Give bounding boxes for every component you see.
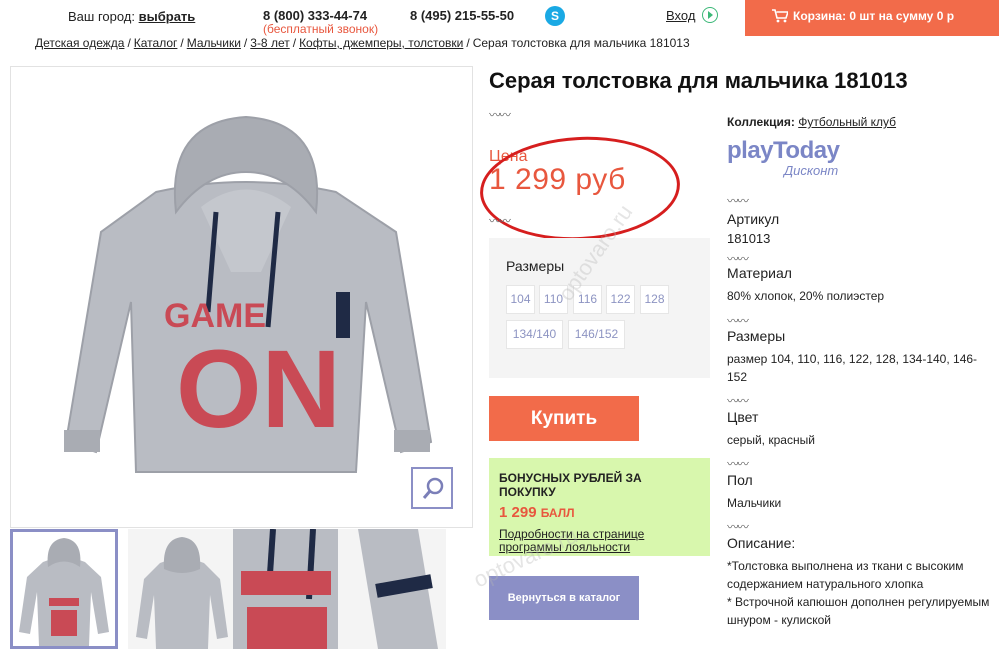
login-arrow-icon[interactable]	[702, 7, 718, 23]
collection: Коллекция: Футбольный клуб	[727, 115, 896, 129]
article-value: 181013	[727, 231, 771, 246]
brand-logo[interactable]: playToday Дисконт	[727, 137, 840, 178]
divider: 〰〰	[727, 520, 749, 534]
divider: 〰〰	[727, 457, 749, 471]
brand-name: playToday	[727, 137, 840, 164]
color-title: Цвет	[727, 409, 759, 425]
product-main-image[interactable]: GAME ON	[10, 66, 473, 528]
collection-label: Коллекция:	[727, 115, 795, 129]
product-title: Серая толстовка для мальчика 181013	[489, 68, 908, 93]
thumbnail-front[interactable]	[10, 529, 118, 649]
gender-value: Мальчики	[727, 496, 782, 510]
article-title: Артикул	[727, 211, 780, 227]
material-value: 80% хлопок, 20% полиэстер	[727, 289, 885, 303]
breadcrumb-link[interactable]: Мальчики	[187, 36, 241, 50]
hoodie-illustration: GAME ON	[64, 115, 433, 473]
back-to-catalog-button[interactable]: Вернуться в каталог	[489, 576, 639, 620]
size-option[interactable]: 110	[539, 285, 568, 314]
loyalty-program-link[interactable]: Подробности на странице программы лояльн…	[499, 528, 700, 554]
breadcrumb-link[interactable]: 3-8 лет	[250, 36, 289, 50]
divider: 〰〰	[727, 194, 749, 208]
bonus-amount: 1 299	[499, 504, 537, 521]
skype-icon[interactable]: S	[545, 6, 565, 26]
size-option[interactable]: 122	[606, 285, 635, 314]
breadcrumb-link[interactable]: Каталог	[134, 36, 178, 50]
breadcrumb-link[interactable]: Детская одежда	[35, 36, 124, 50]
breadcrumb-current: Серая толстовка для мальчика 181013	[472, 36, 690, 50]
top-bar: Ваш город: выбрать 8 (800) 333-44-74 (бе…	[0, 0, 999, 36]
city-selector: Ваш город: выбрать	[68, 9, 195, 24]
thumbnail-strip	[10, 529, 473, 649]
divider: 〰〰	[727, 394, 749, 408]
size-option[interactable]: 146/152	[568, 320, 625, 349]
color-value: серый, красный	[727, 433, 815, 447]
buy-button[interactable]: Купить	[489, 396, 639, 441]
description-title: Описание:	[727, 535, 796, 551]
breadcrumb-link[interactable]: Кофты, джемперы, толстовки	[299, 36, 463, 50]
phone-free-note: (бесплатный звонок)	[263, 22, 379, 36]
thumbnail-back[interactable]	[128, 529, 236, 649]
magnifier-icon	[422, 477, 444, 499]
size-option[interactable]: 134/140	[506, 320, 563, 349]
bonus-title: БОНУСНЫХ РУБЛЕЙ ЗА ПОКУПКУ	[499, 471, 642, 499]
sizes-prop-title: Размеры	[727, 328, 786, 344]
divider: 〰〰	[489, 108, 511, 122]
bonus-value: 1 299 БАЛЛ	[499, 504, 700, 521]
description-line: * Встрочной капюшон дополнен регулируемы…	[727, 595, 990, 627]
size-option[interactable]: 128	[640, 285, 669, 314]
divider: 〰〰	[727, 314, 749, 328]
bonus-panel: БОНУСНЫХ РУБЛЕЙ ЗА ПОКУПКУ 1 299 БАЛЛ По…	[489, 458, 710, 556]
sizes-title: Размеры	[506, 258, 565, 274]
size-option[interactable]: 116	[573, 285, 602, 314]
brand-sub: Дисконт	[784, 163, 839, 178]
phone-moscow[interactable]: 8 (495) 215-55-50	[410, 8, 514, 23]
description: *Толстовка выполнена из ткани с высоким …	[727, 557, 992, 629]
divider: 〰〰	[489, 214, 511, 228]
description-line: *Толстовка выполнена из ткани с высоким …	[727, 559, 964, 591]
bonus-unit: БАЛЛ	[540, 506, 575, 520]
sizes-prop-value: размер 104, 110, 116, 122, 128, 134-140,…	[727, 352, 978, 384]
size-option[interactable]: 104	[506, 285, 535, 314]
login-link[interactable]: Вход	[666, 8, 695, 23]
thumbnail-sleeve[interactable]	[338, 529, 446, 649]
thumbnail-print-closeup[interactable]	[233, 529, 341, 649]
city-select-link[interactable]: выбрать	[139, 9, 196, 24]
phone-free[interactable]: 8 (800) 333-44-74 (бесплатный звонок)	[263, 8, 378, 36]
collection-link[interactable]: Футбольный клуб	[798, 115, 896, 129]
gender-title: Пол	[727, 472, 753, 488]
cart-label: Корзина: 0 шт на сумму 0 р	[793, 9, 955, 23]
zoom-button[interactable]	[411, 467, 453, 509]
cart-icon	[772, 9, 788, 23]
print-on: ON	[176, 328, 341, 451]
sizes-selector: Размеры 104 110 116 122 128 134/140 146/…	[489, 238, 710, 378]
breadcrumb: Детская одежда / Каталог / Мальчики/3-8 лет /…	[35, 36, 690, 50]
city-label: Ваш город:	[68, 9, 135, 24]
material-title: Материал	[727, 265, 792, 281]
phone-free-number[interactable]: 8 (800) 333-44-74	[263, 8, 367, 23]
